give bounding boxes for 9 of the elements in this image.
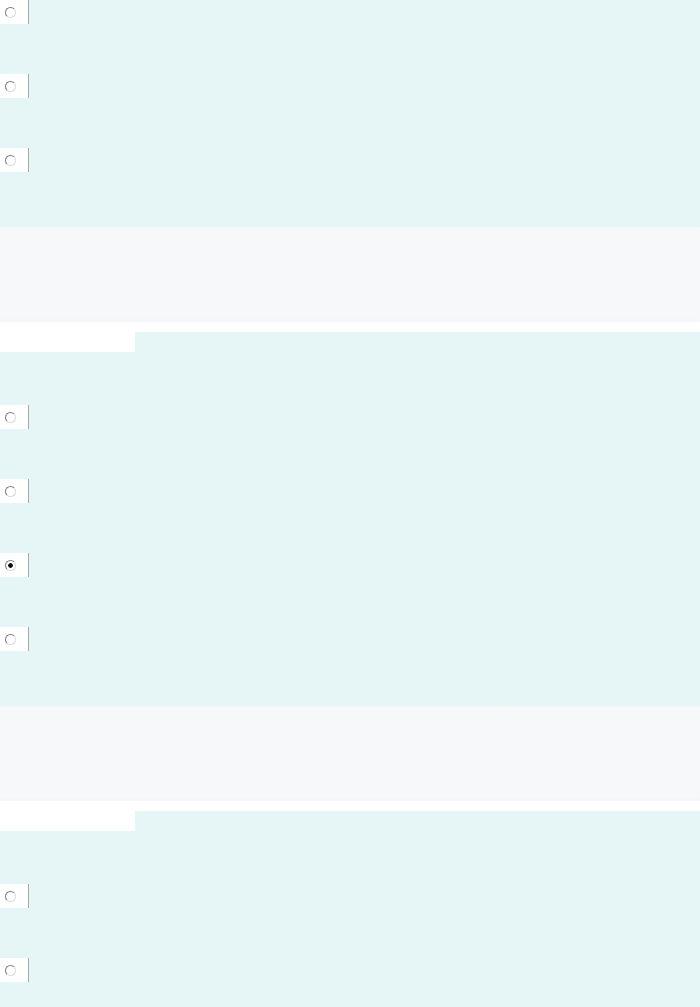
radio-button[interactable] — [5, 890, 16, 902]
radio-button[interactable] — [5, 633, 16, 645]
radio-button[interactable] — [5, 154, 16, 166]
radio-button[interactable] — [5, 6, 16, 18]
radio-button[interactable] — [5, 964, 16, 976]
radio-button[interactable] — [5, 559, 16, 571]
radio-button[interactable] — [5, 80, 16, 92]
radio-button[interactable] — [5, 485, 16, 497]
radio-button[interactable] — [5, 411, 16, 423]
